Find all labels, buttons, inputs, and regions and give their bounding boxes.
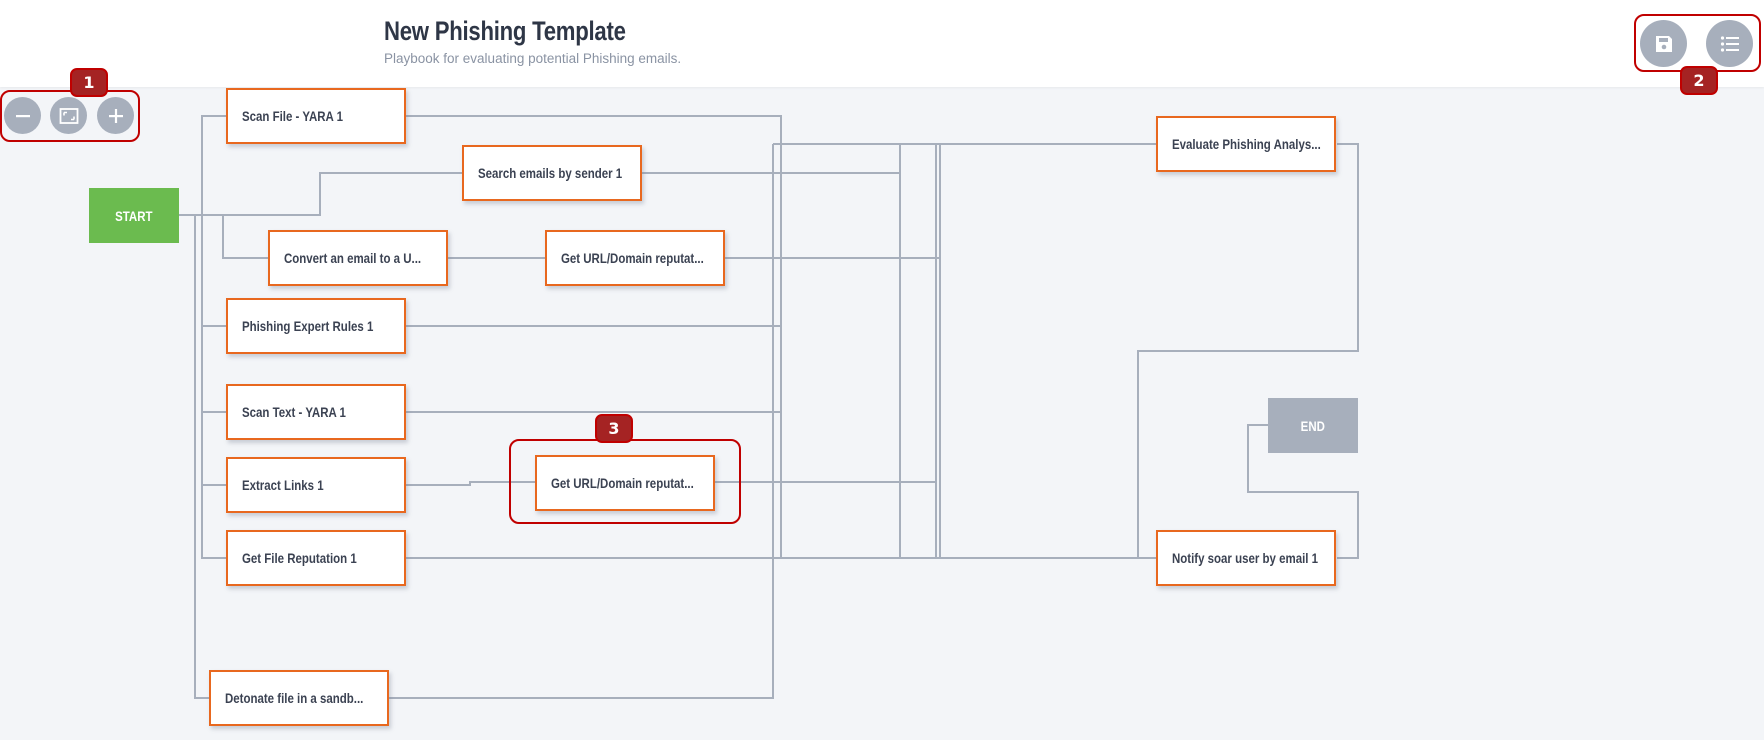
- minus-icon: [15, 114, 30, 117]
- annotation-badge-2: 2: [1680, 66, 1718, 95]
- edge-start-extract: [201, 412, 226, 486]
- node-label: Convert an email to a U...: [283, 250, 422, 266]
- playbook-list-button[interactable]: [1706, 20, 1753, 67]
- edge-start-scan-file: [201, 115, 226, 215]
- node-label: Scan File - YARA 1: [241, 108, 343, 124]
- start-node[interactable]: START: [89, 188, 179, 243]
- edge-start-file-rep: [201, 485, 226, 559]
- node-label: Get File Reputation 1: [241, 550, 357, 566]
- node-evaluate-phishing[interactable]: Evaluate Phishing Analys...: [1156, 116, 1336, 172]
- save-icon: [1655, 35, 1672, 52]
- annotation-badge-3: 3: [595, 414, 633, 443]
- annotation-badge-1: 1: [70, 68, 108, 97]
- node-get-file-reputation[interactable]: Get File Reputation 1: [226, 530, 406, 586]
- end-node[interactable]: END: [1268, 398, 1358, 453]
- node-label: Notify soar user by email 1: [1171, 550, 1319, 566]
- zoom-out-button[interactable]: [4, 97, 41, 134]
- node-label: Search emails by sender 1: [477, 165, 623, 181]
- edge-start-scan-text: [201, 326, 226, 413]
- node-scan-file-yara[interactable]: Scan File - YARA 1: [226, 88, 406, 144]
- node-convert-email[interactable]: Convert an email to a U...: [268, 230, 448, 286]
- node-phishing-expert-rules[interactable]: Phishing Expert Rules 1: [226, 298, 406, 354]
- node-label: Scan Text - YARA 1: [241, 404, 346, 420]
- node-notify-soar-user[interactable]: Notify soar user by email 1: [1156, 530, 1336, 586]
- edge-evaluate-notify: [1137, 143, 1359, 559]
- node-search-emails[interactable]: Search emails by sender 1: [462, 145, 642, 201]
- node-url-reputation-1[interactable]: Get URL/Domain reputat...: [545, 230, 725, 286]
- edge-scan-file-out: [406, 115, 782, 144]
- node-detonate-file[interactable]: Detonate file in a sandb...: [209, 670, 389, 726]
- edge-detonate-out: [389, 144, 774, 699]
- node-label: Get URL/Domain reputat...: [550, 475, 694, 491]
- node-label: Extract Links 1: [241, 477, 324, 493]
- end-label: END: [1300, 417, 1326, 434]
- node-label: Get URL/Domain reputat...: [560, 250, 704, 266]
- start-label: START: [115, 207, 153, 224]
- node-url-reputation-2[interactable]: Get URL/Domain reputat...: [535, 455, 715, 511]
- node-scan-text-yara[interactable]: Scan Text - YARA 1: [226, 384, 406, 440]
- page-subtitle: Playbook for evaluating potential Phishi…: [384, 51, 682, 66]
- node-extract-links[interactable]: Extract Links 1: [226, 457, 406, 513]
- header: New Phishing Template Playbook for evalu…: [0, 0, 1764, 87]
- edge-start-convert: [222, 215, 268, 259]
- node-label: Detonate file in a sandb...: [224, 690, 364, 706]
- edge-start-search: [230, 172, 462, 216]
- edge-url1-out: [725, 144, 941, 259]
- zoom-in-button[interactable]: [97, 97, 134, 134]
- list-icon: [1720, 35, 1739, 52]
- save-button[interactable]: [1640, 20, 1687, 67]
- fit-to-screen-button[interactable]: [50, 97, 87, 134]
- page-title: New Phishing Template: [384, 16, 626, 46]
- plus-icon: [108, 108, 123, 123]
- node-label: Evaluate Phishing Analys...: [1171, 136, 1321, 152]
- fit-screen-icon: [59, 107, 78, 124]
- node-label: Phishing Expert Rules 1: [241, 318, 374, 334]
- edge-extract-url2: [406, 481, 535, 486]
- edge-url2-out: [715, 481, 937, 558]
